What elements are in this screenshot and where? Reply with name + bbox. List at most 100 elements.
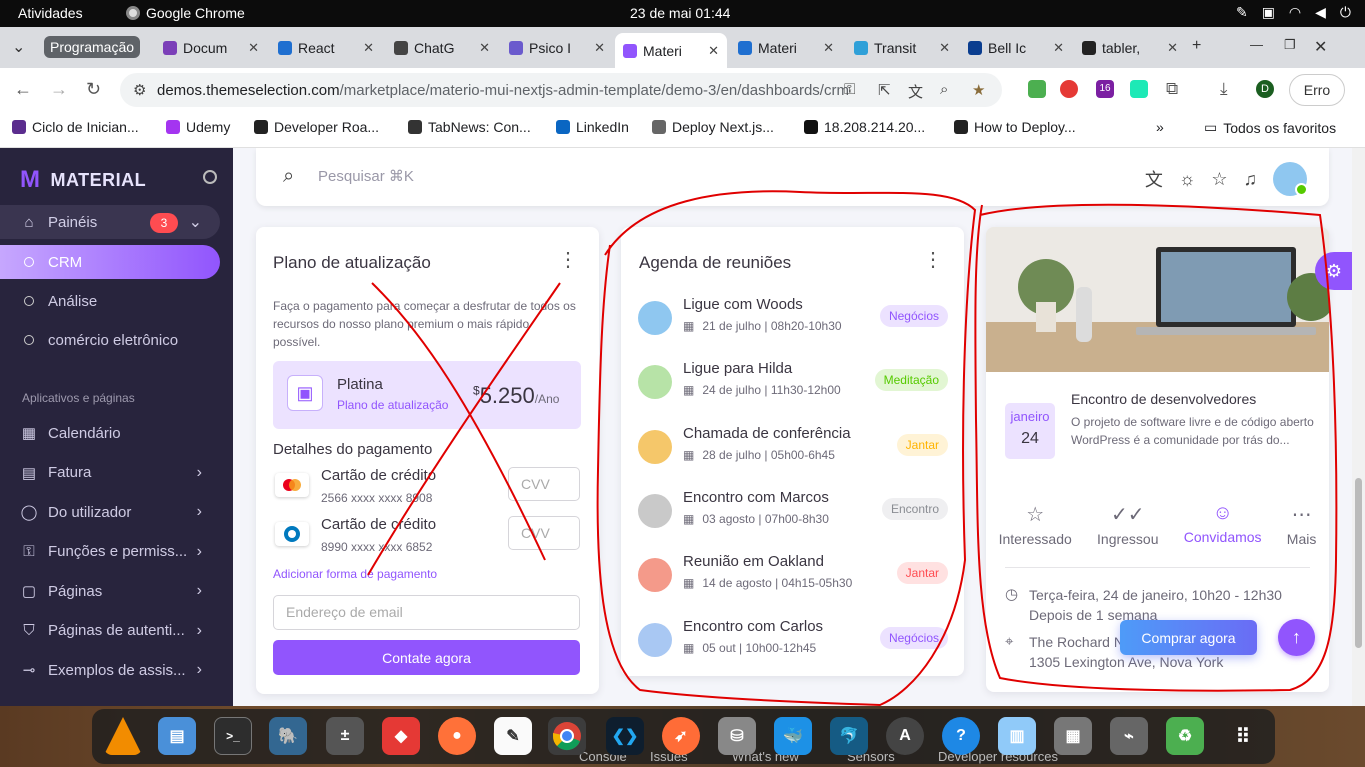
event-action-button[interactable]: ☺ Convidamos (1184, 502, 1262, 547)
text-editor-icon[interactable]: ✎ (494, 717, 532, 755)
chrome-dock-icon[interactable] (548, 717, 586, 755)
event-action-button[interactable]: ☆ Interessado (999, 502, 1072, 547)
collapse-toggle-icon[interactable] (203, 170, 217, 184)
bookmark-item[interactable]: 18.208.214.20... (804, 119, 925, 135)
scroll-to-top-button[interactable]: ↑ (1278, 619, 1315, 656)
tab-group-label[interactable]: Programação (44, 36, 141, 58)
sidebar-item-crm[interactable]: CRM (0, 245, 220, 279)
back-arrow-icon[interactable]: ← (14, 79, 32, 100)
tab-search-chevron-icon[interactable]: ⌄ (12, 37, 25, 57)
sidebar-item[interactable]: ▤ Fatura › (0, 456, 220, 490)
shortcuts-star-icon[interactable]: ☆ (1211, 169, 1227, 190)
sidebar-item-ecommerce[interactable]: comércio eletrônico (0, 323, 220, 357)
firefox-icon[interactable]: ● (438, 717, 476, 755)
meeting-list-item[interactable]: Reunião em Oakland ▦ 14 de agosto | 04h15-… (638, 553, 948, 605)
tab-close-icon[interactable]: ✕ (479, 40, 490, 56)
download-icon[interactable]: ⤓ (1220, 79, 1228, 99)
tab-close-icon[interactable]: ✕ (939, 40, 950, 56)
terminal-icon[interactable]: >_ (214, 717, 252, 755)
brand-logo[interactable]: M MATERIAL (20, 166, 146, 194)
sidebar-item[interactable]: ◯ Do utilizador › (0, 495, 220, 529)
contact-now-button[interactable]: Contate agora (273, 640, 580, 675)
upgrade-plan-link[interactable]: Plano de atualização (337, 398, 448, 412)
browser-tab[interactable]: React ✕ (270, 33, 382, 63)
search-icon[interactable]: ⌕ (283, 165, 294, 188)
open-external-icon[interactable]: ⇱ (878, 81, 891, 99)
clock[interactable]: 23 de mai 01:44 (630, 5, 730, 21)
minimize-button[interactable]: — (1250, 37, 1263, 52)
more-vertical-icon[interactable]: ⋮ (558, 250, 578, 270)
bookmark-item[interactable]: Developer Roa... (254, 119, 379, 135)
scrollbar-thumb[interactable] (1355, 478, 1362, 648)
git-client-icon[interactable]: ◆ (382, 717, 420, 755)
mysql-workbench-icon[interactable]: 🐬 (830, 717, 868, 755)
files-icon[interactable]: ▤ (158, 717, 196, 755)
bookmark-item[interactable]: Deploy Next.js... (652, 119, 774, 135)
email-field[interactable]: Endereço de email (273, 595, 580, 630)
meeting-list-item[interactable]: Ligue com Woods ▦ 21 de julho | 08h20-10h3… (638, 296, 948, 348)
more-vertical-icon[interactable]: ⋮ (923, 250, 943, 270)
translate-icon[interactable]: 文 (1145, 166, 1163, 192)
sidebar-item[interactable]: ⊸ Exemplos de assis... › (0, 653, 220, 687)
meeting-list-item[interactable]: Chamada de conferência ▦ 28 de julho | 05h… (638, 425, 948, 477)
sidebar-item[interactable]: ⛉ Páginas de autenti... › (0, 614, 220, 648)
extension-green-icon[interactable] (1028, 80, 1046, 98)
tab-close-icon[interactable]: ✕ (363, 40, 374, 56)
bookmark-item[interactable]: How to Deploy... (954, 119, 1076, 135)
browser-tab[interactable]: tabler, ✕ (1074, 33, 1186, 63)
app-grid-icon[interactable]: ⠿ (1224, 717, 1262, 755)
forward-arrow-icon[interactable]: → (50, 79, 68, 100)
browser-tab[interactable]: Transit ✕ (846, 33, 958, 63)
postman-icon[interactable]: ➶ (662, 717, 700, 755)
activities-button[interactable]: Atividades (18, 5, 83, 21)
address-bar[interactable]: ⚙ demos.themeselection.com/marketplace/m… (120, 73, 1002, 107)
docker-icon[interactable]: 🐳 (774, 717, 812, 755)
remote-desktop-icon[interactable]: ▥ (998, 717, 1036, 755)
meeting-list-item[interactable]: Encontro com Carlos ▦ 05 out | 10h00-12h45… (638, 618, 948, 670)
key-icon[interactable]: ⚿ (844, 81, 855, 98)
bookmarks-overflow-button[interactable]: » (1156, 119, 1164, 135)
bookmark-item[interactable]: Ciclo de Inician... (12, 119, 139, 135)
sidebar-item[interactable]: ▦ Calendário (0, 416, 220, 450)
browser-tab[interactable]: ChatG ✕ (386, 33, 498, 63)
customizer-gear-icon[interactable]: ⚙ (1315, 252, 1353, 290)
zoom-icon[interactable]: ⌕ (940, 81, 948, 98)
tab-close-icon[interactable]: ✕ (823, 40, 834, 56)
help-icon[interactable]: ? (942, 717, 980, 755)
event-action-button[interactable]: ⋯ Mais (1287, 502, 1317, 547)
translate-icon[interactable]: 文 (908, 81, 923, 102)
active-app-menu[interactable]: Google Chrome (126, 5, 245, 21)
vscode-icon[interactable]: ❮❯ (606, 717, 644, 755)
restore-button[interactable]: ❐ (1284, 37, 1296, 53)
usb-icon[interactable]: ⌁ (1110, 717, 1148, 755)
meeting-list-item[interactable]: Encontro com Marcos ▦ 03 agosto | 07h00-8h… (638, 489, 948, 541)
bookmark-item[interactable]: Udemy (166, 119, 230, 135)
search-input[interactable]: Pesquisar ⌘K (318, 167, 414, 185)
browser-tab[interactable]: Psico I ✕ (501, 33, 613, 63)
postgres-icon[interactable]: 🐘 (269, 717, 307, 755)
cvv-input[interactable]: CVV (508, 516, 580, 550)
page-scrollbar[interactable] (1352, 148, 1365, 708)
sidebar-item[interactable]: ⚿ Funções e permiss... › (0, 535, 220, 569)
drive-icon[interactable]: ▦ (1054, 717, 1092, 755)
all-bookmarks-folder[interactable]: ▭ Todos os favoritos (1204, 119, 1336, 136)
window-close-button[interactable]: ✕ (1314, 37, 1327, 57)
software-updater-icon[interactable]: A (886, 717, 924, 755)
reload-icon[interactable]: ↻ (86, 79, 101, 100)
user-avatar[interactable] (1273, 162, 1308, 196)
extensions-puzzle-icon[interactable]: ⧉ (1166, 79, 1178, 99)
buy-now-button[interactable]: Comprar agora (1120, 620, 1257, 655)
event-action-button[interactable]: ✓✓ Ingressou (1097, 502, 1158, 547)
cvv-input[interactable]: CVV (508, 467, 580, 501)
bell-icon[interactable]: ♫ (1244, 169, 1258, 190)
sidebar-item[interactable]: ▢ Páginas › (0, 574, 220, 608)
tab-close-icon[interactable]: ✕ (248, 40, 259, 56)
extension-ads-icon[interactable] (1060, 80, 1078, 98)
database-icon[interactable]: ⛁ (718, 717, 756, 755)
add-payment-method-link[interactable]: Adicionar forma de pagamento (273, 567, 437, 581)
vlc-icon[interactable] (104, 717, 142, 755)
browser-tab[interactable]: Materi ✕ (615, 33, 727, 68)
error-menu-button[interactable]: Erro (1289, 74, 1345, 106)
extension-teal-icon[interactable] (1130, 80, 1148, 98)
tab-close-icon[interactable]: ✕ (1053, 40, 1064, 56)
